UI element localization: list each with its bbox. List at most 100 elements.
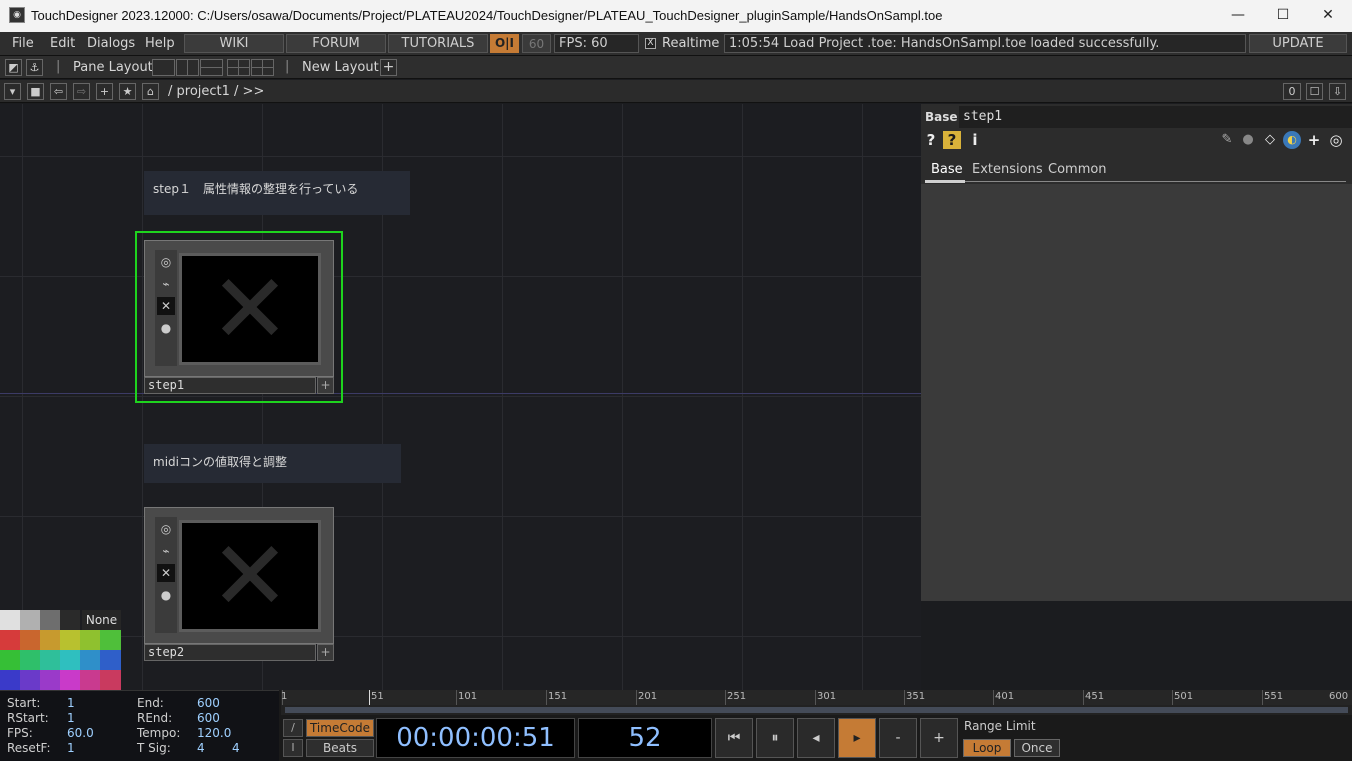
node-expand-icon[interactable]: + <box>317 377 334 394</box>
once-button[interactable]: Once <box>1014 739 1060 757</box>
tsig-numerator[interactable]: 4 <box>197 741 205 755</box>
help-icon[interactable]: ? <box>922 131 940 149</box>
node-name[interactable]: step1 <box>144 377 316 394</box>
color-swatch[interactable] <box>60 650 80 670</box>
color-swatch[interactable] <box>20 650 40 670</box>
viewer-toggle-icon[interactable]: ◎ <box>157 253 175 271</box>
menu-dialogs[interactable]: Dialogs <box>87 36 135 51</box>
comment-icon[interactable]: ● <box>1239 131 1257 149</box>
tempo-value[interactable]: 120.0 <box>197 726 231 740</box>
home-icon[interactable]: ⌂ <box>142 83 159 100</box>
menu-edit[interactable]: Edit <box>50 36 75 51</box>
maximize-button[interactable]: ☐ <box>1260 0 1306 32</box>
node-name[interactable]: step2 <box>144 644 316 661</box>
comment-box[interactable]: step１ 属性情報の整理を行っている <box>144 171 410 215</box>
color-swatch[interactable] <box>0 650 20 670</box>
operator-name-field[interactable]: step1 <box>959 106 1352 128</box>
color-swatch[interactable] <box>20 670 40 690</box>
comment-box[interactable]: midiコンの値取得と調整 <box>144 444 401 483</box>
timeline-scrollbar[interactable] <box>281 705 1352 715</box>
realtime-checkbox[interactable]: X <box>645 38 656 49</box>
color-swatch[interactable] <box>0 630 20 650</box>
target-icon[interactable]: ◎ <box>1327 131 1345 149</box>
color-swatch[interactable] <box>100 650 121 670</box>
fps-value[interactable]: 60.0 <box>67 726 94 740</box>
minimize-button[interactable]: — <box>1215 0 1261 32</box>
color-swatch[interactable] <box>80 650 100 670</box>
close-button[interactable]: ✕ <box>1305 0 1351 32</box>
tutorials-button[interactable]: TUTORIALS <box>388 34 488 53</box>
color-swatch[interactable] <box>100 630 121 650</box>
network-path[interactable]: / project1 / >> <box>168 84 264 99</box>
scrollbar-thumb[interactable] <box>285 707 1348 713</box>
python-icon[interactable]: ◐ <box>1283 131 1301 149</box>
layout-split-horizontal-icon[interactable] <box>200 59 223 76</box>
rstart-value[interactable]: 1 <box>67 711 75 725</box>
rewind-to-start-icon[interactable]: ⏮ <box>715 718 753 758</box>
timeline-ruler[interactable]: 1 51 101 151 201 251 301 351 401 451 501… <box>281 690 1352 705</box>
layout-single-icon[interactable] <box>152 59 175 76</box>
menu-help[interactable]: Help <box>145 36 175 51</box>
anchor-icon[interactable]: ⚓ <box>26 59 43 76</box>
back-arrow-icon[interactable]: ⇦ <box>50 83 67 100</box>
base-comp-node[interactable]: ◎ ⌁ ✕ ● ✕ step1 + <box>144 240 334 395</box>
op-help-icon[interactable]: ? <box>943 131 961 149</box>
pause-icon[interactable]: ⏸ <box>756 718 794 758</box>
perform-mode-toggle[interactable]: O|I <box>490 34 519 53</box>
forward-arrow-icon[interactable]: ⇨ <box>73 83 90 100</box>
lock-icon[interactable]: ● <box>157 586 175 604</box>
resetf-value[interactable]: 1 <box>67 741 75 755</box>
color-swatch[interactable] <box>40 610 60 630</box>
chevron-down-icon[interactable]: ▾ <box>4 83 21 100</box>
beats-mode-button[interactable]: Beats <box>306 739 374 757</box>
pane-maximize-icon[interactable]: ☐ <box>1306 83 1323 100</box>
tsig-denominator[interactable]: 4 <box>232 741 240 755</box>
color-swatch[interactable] <box>20 630 40 650</box>
step-back-button[interactable]: - <box>879 718 917 758</box>
tab-base[interactable]: Base <box>931 162 963 177</box>
bookmark-star-icon[interactable]: ★ <box>119 83 136 100</box>
no-color-option[interactable]: None <box>82 610 121 630</box>
tab-common[interactable]: Common <box>1048 162 1107 177</box>
download-arrow-icon[interactable]: ⇩ <box>1329 83 1346 100</box>
color-swatch[interactable] <box>0 610 20 630</box>
add-layout-button[interactable]: + <box>380 59 397 76</box>
info-icon[interactable]: i <box>966 131 984 149</box>
color-swatch[interactable] <box>40 670 60 690</box>
forum-button[interactable]: FORUM <box>286 34 386 53</box>
clone-icon[interactable]: ⌁ <box>157 542 175 560</box>
tab-extensions[interactable]: Extensions <box>972 162 1043 177</box>
node-expand-icon[interactable]: + <box>317 644 334 661</box>
pane-view-icon[interactable]: ◩ <box>5 59 22 76</box>
network-editor[interactable]: step１ 属性情報の整理を行っている ◎ ⌁ ✕ ● ✕ step1 + mi… <box>0 104 921 690</box>
layout-four-pane-icon[interactable] <box>251 59 274 76</box>
start-value[interactable]: 1 <box>67 696 75 710</box>
step-forward-button[interactable]: + <box>920 718 958 758</box>
base-comp-node[interactable]: ◎ ⌁ ✕ ● ✕ step2 + <box>144 507 334 662</box>
slash-toggle-button[interactable]: / <box>283 719 303 737</box>
play-backward-icon[interactable]: ◂ <box>797 718 835 758</box>
lock-icon[interactable]: ● <box>157 319 175 337</box>
color-swatch[interactable] <box>20 610 40 630</box>
color-swatch[interactable] <box>60 610 80 630</box>
stop-icon[interactable]: ■ <box>27 83 44 100</box>
menu-file[interactable]: File <box>12 36 34 51</box>
i-toggle-button[interactable]: I <box>283 739 303 757</box>
tag-icon[interactable]: ◇ <box>1261 131 1279 149</box>
add-parameter-icon[interactable]: + <box>1305 131 1323 149</box>
color-swatch[interactable] <box>40 650 60 670</box>
frame-display[interactable]: 52 <box>578 718 712 758</box>
rend-value[interactable]: 600 <box>197 711 220 725</box>
end-value[interactable]: 600 <box>197 696 220 710</box>
color-swatch[interactable] <box>100 670 121 690</box>
play-forward-icon[interactable]: ▸ <box>838 718 876 758</box>
color-swatch[interactable] <box>80 670 100 690</box>
layout-split-vertical-icon[interactable] <box>176 59 199 76</box>
wiki-button[interactable]: WIKI <box>184 34 284 53</box>
bypass-icon[interactable]: ✕ <box>157 297 175 315</box>
layout-three-pane-icon[interactable] <box>227 59 250 76</box>
timecode-mode-button[interactable]: TimeCode <box>306 719 374 737</box>
clone-icon[interactable]: ⌁ <box>157 275 175 293</box>
edit-pencil-icon[interactable]: ✎ <box>1218 131 1236 149</box>
color-swatch[interactable] <box>60 630 80 650</box>
